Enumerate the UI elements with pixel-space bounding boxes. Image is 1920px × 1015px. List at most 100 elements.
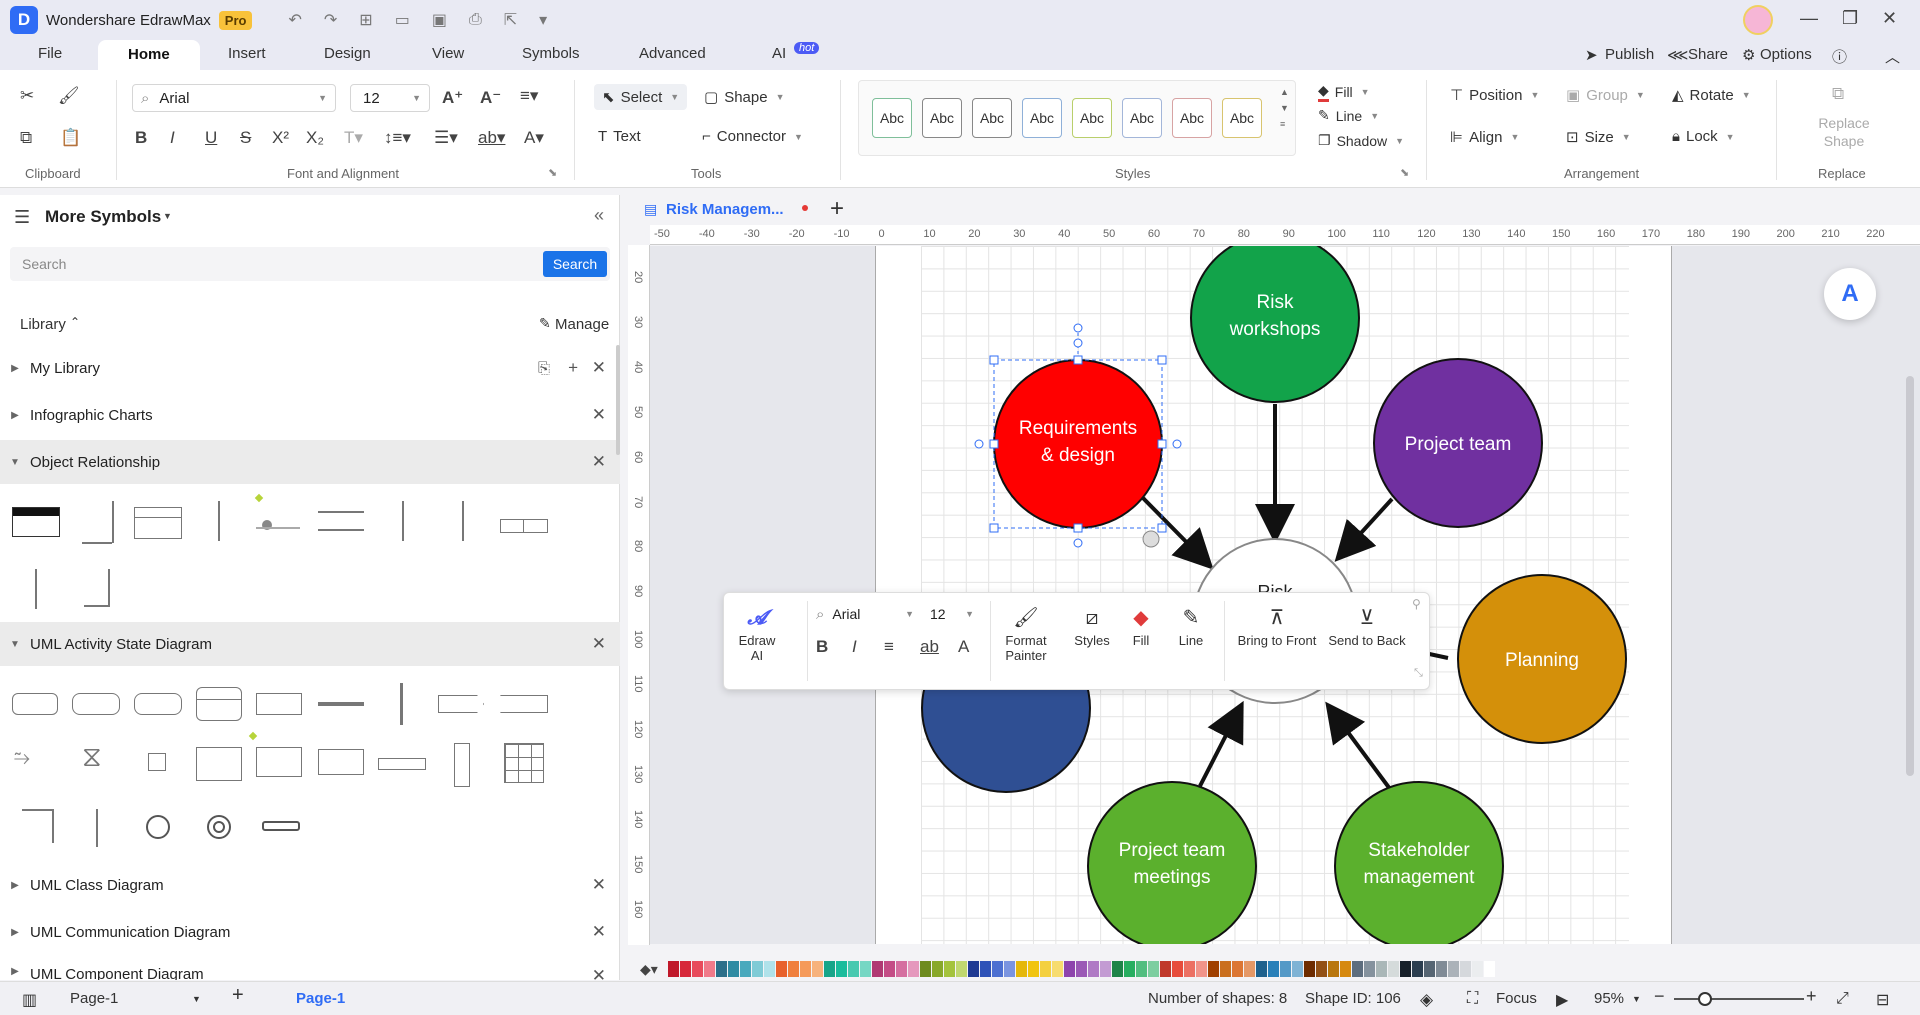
text-case-icon[interactable]: T▾: [344, 128, 363, 148]
size-button[interactable]: ⊡ Size ▼: [1566, 128, 1631, 147]
zoom-slider-thumb[interactable]: [1698, 992, 1712, 1006]
focus-button[interactable]: Focus: [1496, 990, 1537, 1007]
fill-button[interactable]: ◆ Fill: [1120, 603, 1162, 648]
undo-icon[interactable]: ↶: [288, 10, 301, 30]
format-painter-button[interactable]: 🖌︎ Format Painter: [996, 603, 1056, 663]
page-view-icon[interactable]: ▥: [22, 990, 37, 1010]
italic-icon[interactable]: I: [852, 637, 857, 657]
color-swatch[interactable]: [1039, 961, 1051, 977]
color-swatch[interactable]: [1063, 961, 1075, 977]
zoom-level[interactable]: 95%: [1594, 990, 1624, 1007]
color-swatch[interactable]: [967, 961, 979, 977]
collapse-panel-icon[interactable]: «: [594, 205, 604, 226]
copy-icon[interactable]: ⧉: [20, 128, 32, 148]
close-icon[interactable]: ✕: [592, 634, 606, 654]
color-swatch[interactable]: [727, 961, 739, 977]
node-risk-workshops[interactable]: Risk workshops: [1190, 246, 1360, 403]
color-swatch[interactable]: [1327, 961, 1339, 977]
page-tab[interactable]: Page-1: [296, 990, 345, 1007]
group-button[interactable]: ▣ Group ▼: [1566, 86, 1645, 105]
color-swatch[interactable]: [1195, 961, 1207, 977]
open-folder-icon[interactable]: ▭: [395, 10, 410, 30]
bullet-list-icon[interactable]: ☰▾: [434, 128, 458, 148]
connection-point[interactable]: [1172, 439, 1182, 449]
publish-button[interactable]: Publish: [1605, 46, 1654, 63]
square-shape[interactable]: [148, 753, 166, 771]
color-swatch[interactable]: [715, 961, 727, 977]
library-toggle[interactable]: Library: [20, 316, 66, 333]
actor-shape[interactable]: [262, 520, 272, 530]
position-button[interactable]: ⊤ Position ▼: [1450, 86, 1539, 105]
play-icon[interactable]: ▶: [1556, 990, 1568, 1010]
grid-swimlane-shape[interactable]: [504, 743, 544, 783]
color-swatch[interactable]: [1027, 961, 1039, 977]
italic-icon[interactable]: I: [170, 128, 175, 148]
chevron-down-icon[interactable]: ▼: [192, 994, 201, 1004]
arrow-shape[interactable]: [218, 501, 220, 541]
text-align-icon[interactable]: ≡▾: [520, 86, 538, 106]
line-button[interactable]: ✎ Line: [1170, 603, 1212, 648]
color-swatch[interactable]: [919, 961, 931, 977]
text-highlight-icon[interactable]: ab▾: [478, 128, 505, 148]
replace-shape-button[interactable]: Replace Shape: [1812, 114, 1876, 150]
color-swatch[interactable]: [1315, 961, 1327, 977]
class-shape[interactable]: [134, 507, 182, 539]
color-swatch[interactable]: [1051, 961, 1063, 977]
align-text-icon[interactable]: ≡: [884, 637, 894, 657]
collapse-ribbon-icon[interactable]: ︿: [1885, 46, 1900, 67]
share-button[interactable]: Share: [1688, 46, 1728, 63]
close-icon[interactable]: ✕: [592, 875, 606, 895]
float-size-select[interactable]: 12 ▼: [924, 601, 976, 627]
color-swatch[interactable]: [1231, 961, 1243, 977]
arrow-meetings[interactable]: [1198, 700, 1244, 787]
node-stakeholder-management[interactable]: Stakeholder management: [1334, 781, 1504, 944]
zoom-slider[interactable]: [1674, 998, 1804, 1000]
collapse-icon[interactable]: ⤡: [1414, 667, 1423, 680]
float-font-select[interactable]: ⌕ Arial ▼: [808, 601, 918, 627]
line-shape[interactable]: [318, 511, 364, 513]
color-swatch[interactable]: [1459, 961, 1471, 977]
shape-button[interactable]: ▢ Shape ▼: [704, 88, 784, 107]
color-swatch[interactable]: [691, 961, 703, 977]
color-swatch[interactable]: [979, 961, 991, 977]
section-uml-component[interactable]: ▶ UML Component Diagram ✕: [0, 960, 620, 980]
color-swatch[interactable]: [943, 961, 955, 977]
bring-to-front-button[interactable]: ⊼ Bring to Front: [1232, 603, 1322, 648]
page-selector[interactable]: Page-1: [70, 990, 118, 1007]
tab-ai[interactable]: AI: [772, 45, 786, 62]
style-swatch[interactable]: Abc: [872, 98, 912, 138]
font-color-icon[interactable]: A▾: [524, 128, 544, 148]
options-button[interactable]: Options: [1760, 46, 1812, 63]
tab-home[interactable]: Home: [98, 40, 200, 70]
resize-handle[interactable]: [1157, 355, 1167, 365]
color-swatch[interactable]: [1339, 961, 1351, 977]
resize-handle[interactable]: [989, 523, 999, 533]
color-swatch[interactable]: [1411, 961, 1423, 977]
style-swatch[interactable]: Abc: [1022, 98, 1062, 138]
color-swatch[interactable]: [895, 961, 907, 977]
document-tab[interactable]: Risk Managem...: [666, 201, 784, 218]
bold-icon[interactable]: B: [816, 637, 828, 657]
restore-icon[interactable]: ❐: [1842, 8, 1858, 29]
activity-shape[interactable]: [12, 693, 58, 715]
style-swatch[interactable]: Abc: [972, 98, 1012, 138]
close-icon[interactable]: ✕: [592, 966, 606, 980]
chevron-up-icon[interactable]: ⌃: [70, 315, 80, 329]
rotate-handle[interactable]: [1073, 323, 1083, 333]
join-bar-shape[interactable]: [400, 683, 403, 725]
split-box-shape[interactable]: [500, 519, 548, 533]
shadow-button[interactable]: ❐ Shadow ▼: [1318, 132, 1404, 149]
line-button[interactable]: ✎ Line ▼: [1318, 107, 1379, 124]
color-swatch[interactable]: [1159, 961, 1171, 977]
add-tab-icon[interactable]: +: [830, 195, 844, 223]
focus-icon[interactable]: ⛶: [1467, 990, 1478, 1008]
color-swatch[interactable]: [847, 961, 859, 977]
color-swatch[interactable]: [883, 961, 895, 977]
paste-icon[interactable]: 📋: [60, 128, 81, 148]
vertical-arrow-shape[interactable]: [462, 501, 464, 541]
new-icon[interactable]: ⊞: [359, 10, 372, 30]
section-my-library[interactable]: ▶ My Library ⎘ + ✕: [0, 348, 620, 388]
tab-insert[interactable]: Insert: [228, 45, 266, 62]
highlight-icon[interactable]: ab: [920, 637, 939, 657]
color-swatch[interactable]: [1303, 961, 1315, 977]
